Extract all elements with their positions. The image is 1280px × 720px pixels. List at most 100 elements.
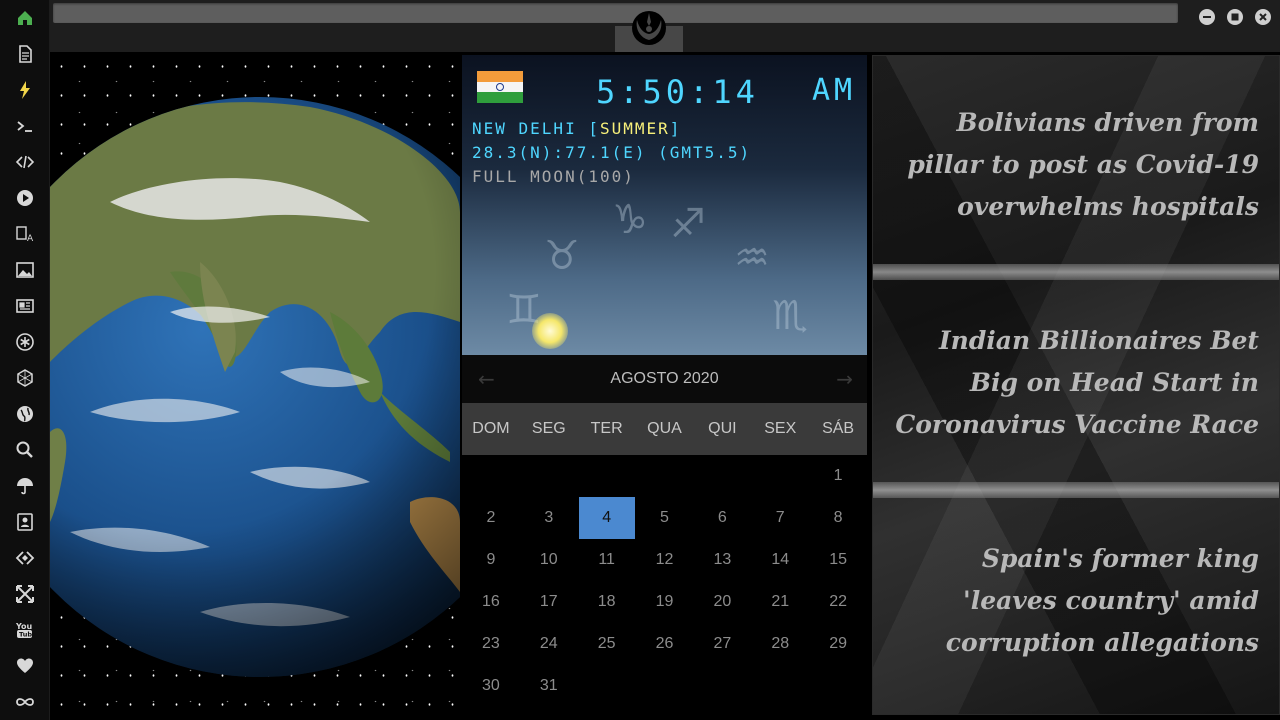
calendar-day-today[interactable]: 4	[578, 497, 635, 539]
calendar-day[interactable]: 30	[462, 665, 520, 707]
calendar-day[interactable]: 7	[751, 497, 809, 539]
calendar-day[interactable]: 15	[809, 539, 867, 581]
maximize-icon	[1231, 13, 1239, 21]
sun-icon	[532, 313, 568, 349]
calendar-day[interactable]: 29	[809, 623, 867, 665]
calendar-day[interactable]: 21	[751, 581, 809, 623]
arrow-right-icon[interactable]: →	[836, 367, 853, 391]
umbrella-icon	[17, 478, 33, 495]
code-icon	[15, 155, 35, 169]
sidebar-item-translate[interactable]: A	[13, 222, 37, 246]
location-bracket: ]	[669, 119, 682, 138]
sidebar-item-home[interactable]	[13, 6, 37, 30]
news-headline[interactable]: Bolivians driven from pillar to post as …	[889, 102, 1259, 228]
calendar-day[interactable]: 24	[520, 623, 578, 665]
sidebar-item-umbrella[interactable]	[13, 474, 37, 498]
calendar-day[interactable]: 27	[693, 623, 751, 665]
sidebar-item-play[interactable]	[13, 186, 37, 210]
calendar-day[interactable]: 2	[462, 497, 520, 539]
arrow-left-icon[interactable]: ←	[478, 367, 495, 391]
sidebar-item-hexagon[interactable]	[13, 366, 37, 390]
svg-text:Tube: Tube	[19, 631, 35, 639]
calendar-day[interactable]: 14	[751, 539, 809, 581]
rebel-alliance-icon	[629, 8, 669, 48]
calendar-day[interactable]: 18	[578, 581, 636, 623]
sidebar-item-globe[interactable]	[13, 402, 37, 426]
news-item[interactable]: Indian Billionaires Bet Big on Head Star…	[873, 280, 1279, 480]
calendar-day[interactable]: 31	[520, 665, 578, 707]
earth-globe	[50, 97, 460, 677]
calendar-blank-cell	[693, 455, 751, 497]
calendar-day[interactable]: 26	[636, 623, 694, 665]
calendar-day[interactable]: 3	[520, 497, 578, 539]
news-headline[interactable]: Spain's former king 'leaves country' ami…	[889, 538, 1259, 664]
calendar-day[interactable]: 23	[462, 623, 520, 665]
calendar-day[interactable]: 6	[693, 497, 751, 539]
calendar-blank-cell	[636, 455, 694, 497]
clock-location: NEW DELHI [SUMMER]	[472, 119, 681, 138]
sidebar-item-infinity[interactable]	[13, 690, 37, 714]
news-headline[interactable]: Indian Billionaires Bet Big on Head Star…	[889, 320, 1259, 446]
globe-icon	[17, 406, 33, 422]
sidebar-item-lightning[interactable]	[13, 78, 37, 102]
clock-coordinates: 28.3(N):77.1(E) (GMT5.5)	[472, 143, 752, 162]
earth-globe-panel[interactable]	[50, 52, 460, 720]
weekday-label: DOM	[472, 420, 510, 437]
calendar-day[interactable]: 13	[693, 539, 751, 581]
close-button[interactable]	[1255, 9, 1271, 25]
sidebar-item-search[interactable]	[13, 438, 37, 462]
calendar-day[interactable]: 12	[636, 539, 694, 581]
sidebar-item-news[interactable]	[13, 294, 37, 318]
calendar-day[interactable]: 28	[751, 623, 809, 665]
image-icon	[16, 262, 34, 278]
calendar-day[interactable]: 19	[636, 581, 694, 623]
calendar-day[interactable]: 1	[809, 455, 867, 497]
sidebar-item-brackets[interactable]	[13, 546, 37, 570]
asterisk-icon	[16, 333, 34, 351]
calendar-day[interactable]: 20	[693, 581, 751, 623]
fullscreen-icon	[16, 585, 34, 603]
sidebar-item-heart[interactable]	[13, 654, 37, 678]
calendar-blank-cell	[578, 455, 636, 497]
calendar-blank-cell	[751, 455, 809, 497]
zodiac-scorpio-icon: ♏	[772, 293, 808, 339]
news-item[interactable]: Spain's former king 'leaves country' ami…	[873, 496, 1279, 696]
india-flag-icon	[477, 71, 523, 103]
address-bar[interactable]	[53, 3, 1178, 23]
home-icon	[18, 11, 32, 25]
news-item[interactable]: Bolivians driven from pillar to post as …	[873, 56, 1279, 256]
sidebar-item-document[interactable]	[13, 42, 37, 66]
document-icon	[19, 45, 32, 63]
minimize-button[interactable]	[1199, 9, 1215, 25]
sidebar-item-asterisk[interactable]	[13, 330, 37, 354]
zodiac-taurus-icon: ♉	[544, 233, 580, 279]
sidebar-item-youtube[interactable]: You Tube	[13, 618, 37, 642]
minimize-icon	[1203, 16, 1211, 18]
sidebar-item-image[interactable]	[13, 258, 37, 282]
weekday-label: SÁB	[822, 420, 855, 437]
calendar-day[interactable]: 17	[520, 581, 578, 623]
code-brackets-icon	[15, 551, 35, 565]
maximize-button[interactable]	[1227, 9, 1243, 25]
sidebar-item-contacts[interactable]	[13, 510, 37, 534]
calendar-day[interactable]: 22	[809, 581, 867, 623]
location-season: SUMMER	[599, 119, 670, 138]
sidebar-item-terminal[interactable]	[13, 114, 37, 138]
hexagon-icon	[17, 369, 33, 387]
calendar-day[interactable]: 9	[462, 539, 520, 581]
sidebar-item-fullscreen[interactable]	[13, 582, 37, 606]
calendar-day[interactable]: 16	[462, 581, 520, 623]
calendar-day[interactable]: 5	[636, 497, 694, 539]
calendar-day[interactable]: 11	[578, 539, 636, 581]
calendar-weekdays: DOM SEG TER QUA QUI SEX SÁB	[462, 403, 867, 455]
calendar-day[interactable]: 25	[578, 623, 636, 665]
close-icon	[1259, 13, 1267, 21]
calendar-day[interactable]: 10	[520, 539, 578, 581]
lightning-icon	[20, 81, 30, 99]
calendar-blank-cell	[462, 455, 520, 497]
calendar-header: ← AGOSTO 2020 →	[462, 355, 867, 403]
svg-text:A: A	[27, 234, 34, 244]
clock-time: 5:50:14	[596, 73, 759, 111]
calendar-day[interactable]: 8	[809, 497, 867, 539]
sidebar-item-code[interactable]	[13, 150, 37, 174]
